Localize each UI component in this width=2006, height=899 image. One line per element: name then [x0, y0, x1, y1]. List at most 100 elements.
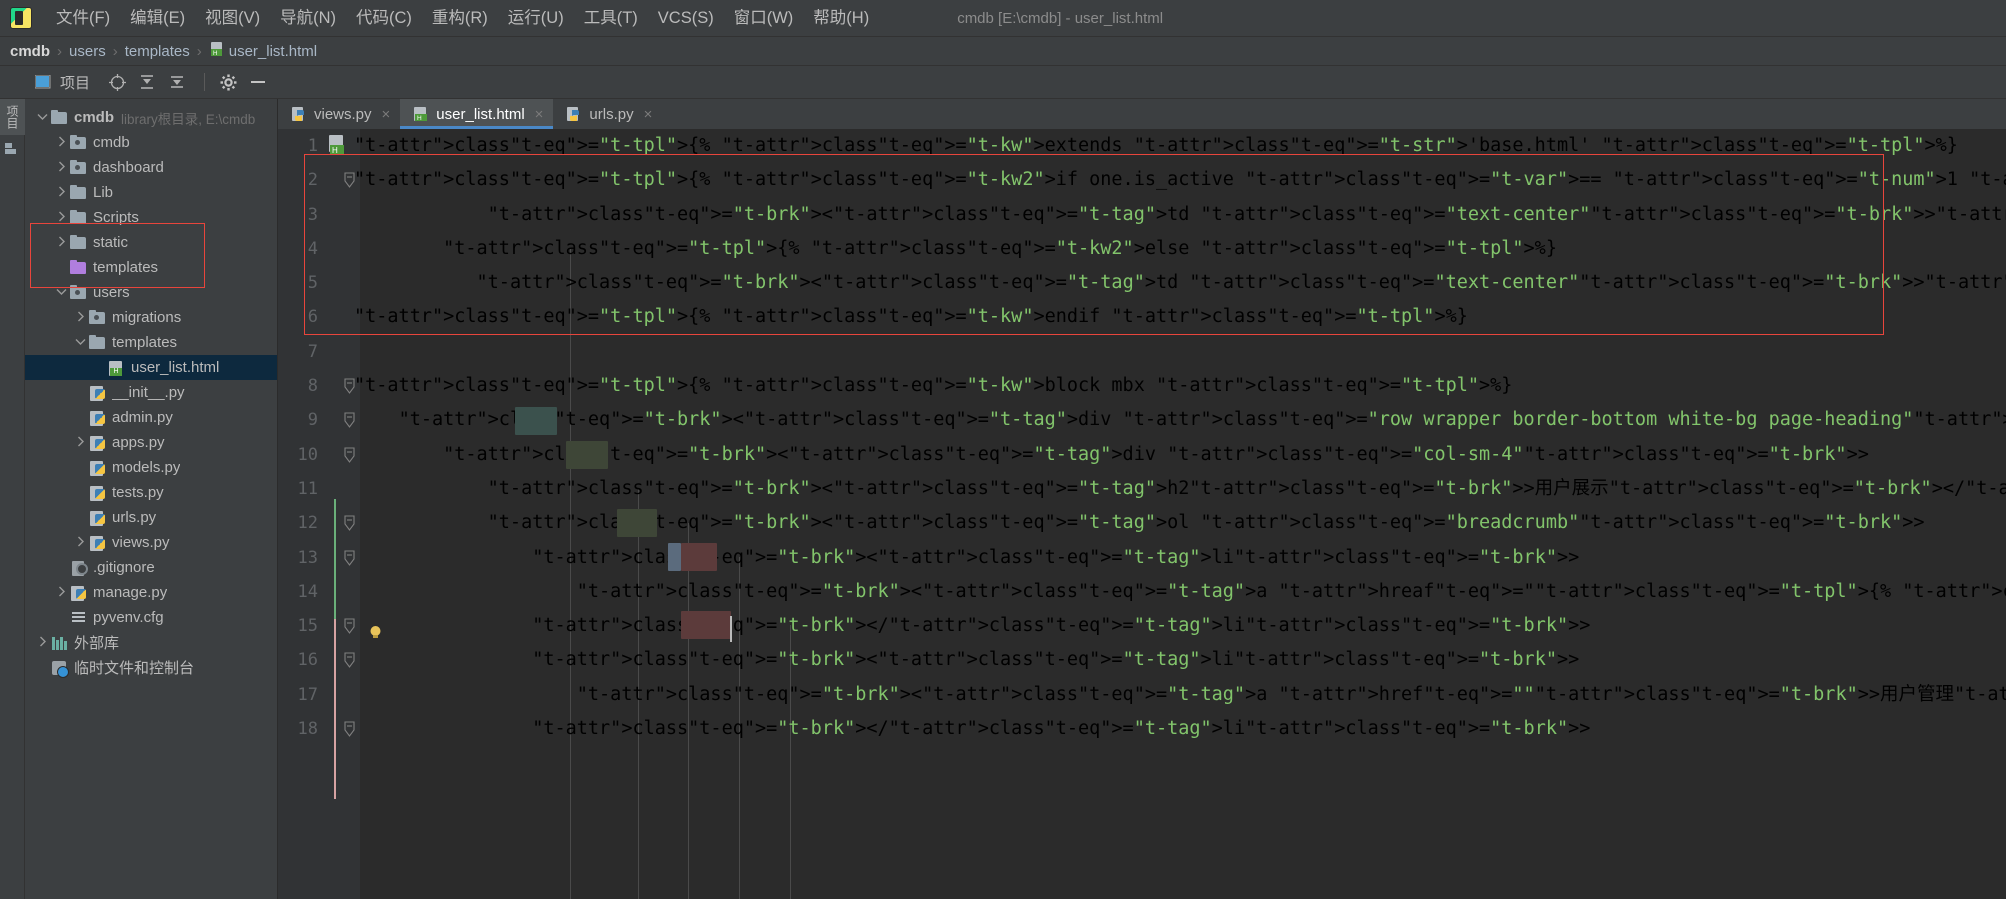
code-line[interactable]: 17 "t-attr">class"t-eq">="t-brk"><"t-att… — [278, 678, 2006, 712]
code-fold-icon[interactable] — [344, 652, 355, 669]
tree-node-cmdb[interactable]: cmdb library根目录, E:\cmdb — [25, 105, 277, 130]
tree-node-templates[interactable]: templates — [25, 255, 277, 280]
chevron-right-icon[interactable] — [73, 536, 88, 550]
close-icon[interactable]: × — [535, 106, 544, 123]
tree-node-label: Scripts — [93, 209, 139, 226]
gear-icon[interactable] — [215, 70, 241, 94]
structure-icon[interactable] — [0, 135, 25, 161]
code-line[interactable]: 5 "t-attr">class"t-eq">="t-brk"><"t-attr… — [278, 266, 2006, 300]
chevron-right-icon[interactable] — [54, 586, 69, 600]
tree-node-cmdb[interactable]: cmdb — [25, 130, 277, 155]
tree-node-__init__-py[interactable]: __init__.py — [25, 380, 277, 405]
breadcrumb-item-templates[interactable]: templates — [125, 43, 190, 60]
tree-node-admin-py[interactable]: admin.py — [25, 405, 277, 430]
chevron-right-icon[interactable] — [54, 136, 69, 150]
code-fold-icon[interactable] — [344, 721, 355, 737]
tree-node-tests-py[interactable]: tests.py — [25, 480, 277, 505]
tree-node-templates[interactable]: templates — [25, 330, 277, 355]
tree-node-views-py[interactable]: views.py — [25, 530, 277, 555]
tree-node-Scripts[interactable]: Scripts — [25, 205, 277, 230]
chevron-down-icon[interactable] — [73, 336, 88, 350]
tree-node-models-py[interactable]: models.py — [25, 455, 277, 480]
code-editor[interactable]: H 1 "t-attr">class"t-eq">="t-tpl">{% "t-a… — [278, 129, 2006, 899]
tree-node-临时文件和控制台[interactable]: 临时文件和控制台 — [25, 655, 277, 680]
intention-bulb-icon[interactable] — [368, 618, 383, 639]
collapse-all-icon[interactable] — [164, 70, 190, 94]
menu-edit[interactable]: 编辑(E) — [120, 6, 195, 30]
code-line[interactable]: 13 "t-attr">class"t-eq">="t-brk"><"t-att… — [278, 541, 2006, 575]
tree-node-migrations[interactable]: migrations — [25, 305, 277, 330]
tree-node-Lib[interactable]: Lib — [25, 180, 277, 205]
menu-tools[interactable]: 工具(T) — [574, 6, 648, 30]
chevron-right-icon[interactable] — [54, 161, 69, 175]
code-fold-icon[interactable] — [344, 618, 355, 635]
line-number: 14 — [297, 581, 318, 602]
pycharm-logo-icon — [10, 7, 32, 29]
tree-node-static[interactable]: static — [25, 230, 277, 255]
html-file-icon: H — [209, 41, 224, 62]
tree-node-apps-py[interactable]: apps.py — [25, 430, 277, 455]
code-fold-icon[interactable] — [344, 378, 355, 394]
tree-node-manage-py[interactable]: manage.py — [25, 580, 277, 605]
project-tree[interactable]: cmdb library根目录, E:\cmdb cmdb dashboard Lib S… — [25, 99, 278, 899]
code-line[interactable]: 18 "t-attr">class"t-eq">="t-brk"></"t-at… — [278, 712, 2006, 746]
breadcrumb-item-users[interactable]: users — [69, 43, 106, 60]
code-fold-icon[interactable] — [344, 515, 355, 532]
menu-refactor[interactable]: 重构(R) — [422, 6, 498, 30]
editor-tab-user_list-html[interactable]: Huser_list.html × — [400, 99, 554, 129]
code-line[interactable]: 10 "t-attr">class"t-eq">="t-brk"><"t-att… — [278, 438, 2006, 472]
chevron-right-icon[interactable] — [54, 186, 69, 200]
crosshair-icon[interactable] — [104, 70, 130, 94]
menu-file[interactable]: 文件(F) — [46, 6, 120, 30]
editor-tab-urls-py[interactable]: urls.py × — [553, 99, 662, 129]
code-line[interactable]: 4 "t-attr">class"t-eq">="t-tpl">{% "t-at… — [278, 232, 2006, 266]
code-line[interactable]: 3 "t-attr">class"t-eq">="t-brk"><"t-attr… — [278, 198, 2006, 232]
code-line[interactable]: 8 "t-attr">class"t-eq">="t-tpl">{% "t-att… — [278, 369, 2006, 403]
tree-node-pyvenv-cfg[interactable]: pyvenv.cfg — [25, 605, 277, 630]
chevron-down-icon[interactable] — [54, 286, 69, 300]
code-line[interactable]: 1 "t-attr">class"t-eq">="t-tpl">{% "t-att… — [278, 129, 2006, 163]
expand-all-icon[interactable] — [134, 70, 160, 94]
close-icon[interactable]: × — [644, 106, 653, 123]
minus-icon[interactable] — [245, 70, 271, 94]
breadcrumb-item-user_list-html[interactable]: user_list.html — [229, 43, 317, 60]
code-line[interactable]: 15 "t-attr">class"t-eq">="t-brk"></"t-at… — [278, 609, 2006, 643]
code-fold-icon[interactable] — [344, 412, 355, 429]
tree-node-users[interactable]: users — [25, 280, 277, 305]
stripe-project-tab[interactable]: 项目 — [0, 99, 25, 135]
menu-code[interactable]: 代码(C) — [346, 6, 422, 30]
code-line[interactable]: 11 "t-attr">class"t-eq">="t-brk"><"t-att… — [278, 472, 2006, 506]
chevron-right-icon[interactable] — [54, 236, 69, 250]
breadcrumb-item-cmdb[interactable]: cmdb — [10, 43, 50, 60]
chevron-right-icon[interactable] — [73, 436, 88, 450]
editor-tab-views-py[interactable]: views.py × — [278, 99, 400, 129]
tree-node-外部库[interactable]: 外部库 — [25, 630, 277, 655]
code-line[interactable]: 2 "t-attr">class"t-eq">="t-tpl">{% "t-att… — [278, 163, 2006, 197]
menu-help[interactable]: 帮助(H) — [803, 6, 879, 30]
close-icon[interactable]: × — [382, 106, 391, 123]
code-fold-icon[interactable] — [344, 550, 355, 566]
menu-window[interactable]: 窗口(W) — [724, 6, 804, 30]
panel-icon[interactable] — [30, 70, 56, 94]
folder-icon — [69, 184, 88, 201]
code-line[interactable]: 7 — [278, 335, 2006, 369]
tree-node--gitignore[interactable]: .gitignore — [25, 555, 277, 580]
code-line[interactable]: 16 "t-attr">class"t-eq">="t-brk"><"t-att… — [278, 643, 2006, 677]
code-fold-icon[interactable] — [344, 172, 355, 189]
tree-node-urls-py[interactable]: urls.py — [25, 505, 277, 530]
code-fold-icon[interactable] — [344, 447, 355, 463]
menu-navigate[interactable]: 导航(N) — [270, 6, 346, 30]
code-line[interactable]: 14 "t-attr">class"t-eq">="t-brk"><"t-att… — [278, 575, 2006, 609]
tree-node-label: .gitignore — [93, 559, 155, 576]
menu-view[interactable]: 视图(V) — [195, 6, 270, 30]
code-line[interactable]: 12 "t-attr">class"t-eq">="t-brk"><"t-att… — [278, 506, 2006, 540]
chevron-right-icon[interactable] — [73, 311, 88, 325]
menu-run[interactable]: 运行(U) — [498, 6, 574, 30]
code-line[interactable]: 6 "t-attr">class"t-eq">="t-tpl">{% "t-att… — [278, 300, 2006, 334]
menu-vcs[interactable]: VCS(S) — [648, 6, 724, 30]
chevron-down-icon[interactable] — [35, 111, 50, 125]
tree-node-user_list-html[interactable]: user_list.html — [25, 355, 277, 380]
chevron-right-icon[interactable] — [54, 211, 69, 225]
tree-node-dashboard[interactable]: dashboard — [25, 155, 277, 180]
chevron-right-icon[interactable] — [35, 636, 50, 650]
